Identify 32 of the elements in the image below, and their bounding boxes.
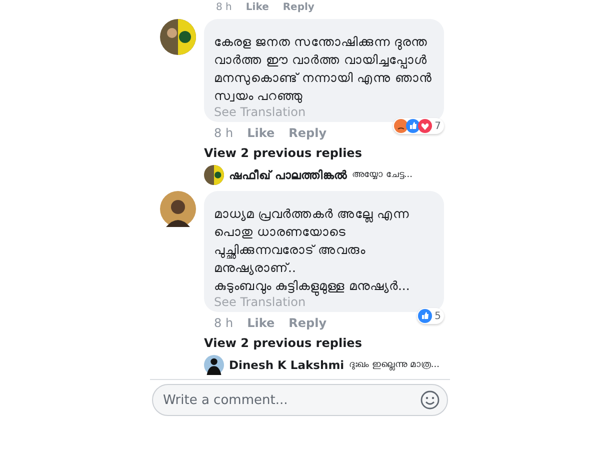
comment-field[interactable]: Write a comment...	[152, 384, 448, 416]
reply-preview: അയ്യോ ചേട്ട...	[352, 170, 412, 180]
avatar-person-icon[interactable]	[160, 191, 196, 227]
reactions-badge[interactable]: 5	[416, 308, 444, 324]
reactions-badge[interactable]: 7	[392, 118, 444, 134]
reaction-count: 5	[434, 310, 441, 322]
comment-time: 8 h	[214, 316, 234, 330]
thumbs-up-icon	[418, 309, 432, 323]
reply-preview: ദുഃഖം ഇല്ലെന്നു മാത്ര...	[349, 360, 440, 370]
reply-author[interactable]: Dinesh K Lakshmi	[229, 358, 344, 372]
comment-time: 8 h	[216, 3, 232, 13]
thumbs-up-icon	[406, 119, 420, 133]
reply-link[interactable]: Reply	[282, 3, 314, 13]
like-link[interactable]: Like	[247, 126, 275, 140]
emoji-icon[interactable]	[420, 390, 440, 410]
reply-link[interactable]: Reply	[288, 126, 327, 140]
see-translation-link[interactable]: See Translation	[214, 295, 434, 309]
reply-author[interactable]: ഷഫീഖ് പാലത്തിങ്കൽ	[229, 168, 348, 182]
comment-text: കേരള ജനത സന്തോഷിക്കുന്ന ദുരന്ത വാർത്ത ഈ വാർത്ത വായിച്ചപ്പോൾ മനസുകൊണ്ട് നന്നായി എന്നു ഞാൻ സ്വയം പറഞ്ഞു	[214, 33, 433, 105]
view-replies-link[interactable]: View 2 previous replies	[204, 336, 444, 350]
reply-link[interactable]: Reply	[288, 316, 327, 330]
comment-text: മാധ്യമ പ്രവർത്തകർ അല്ലേ എന്ന പൊതു ധാരണയോടെ പുച്ഛിക്കുന്നവരോട് അവരും മനുഷ്യരാണ്.. കുടുംബവും കുട്ടികളുമുള്ള മനുഷ്യർ...	[214, 205, 434, 295]
see-translation-link[interactable]: See Translation	[214, 105, 434, 119]
like-link[interactable]: Like	[247, 316, 275, 330]
reaction-count: 7	[434, 120, 441, 132]
like-link[interactable]: Like	[246, 3, 269, 13]
avatar-badge-icon[interactable]	[204, 165, 224, 185]
angry-face-icon	[394, 119, 408, 133]
avatar-silhouette-icon[interactable]	[204, 355, 224, 375]
comment-time: 8 h	[214, 126, 234, 140]
view-replies-link[interactable]: View 2 previous replies	[204, 146, 444, 160]
avatar-badge-icon[interactable]	[160, 19, 196, 55]
